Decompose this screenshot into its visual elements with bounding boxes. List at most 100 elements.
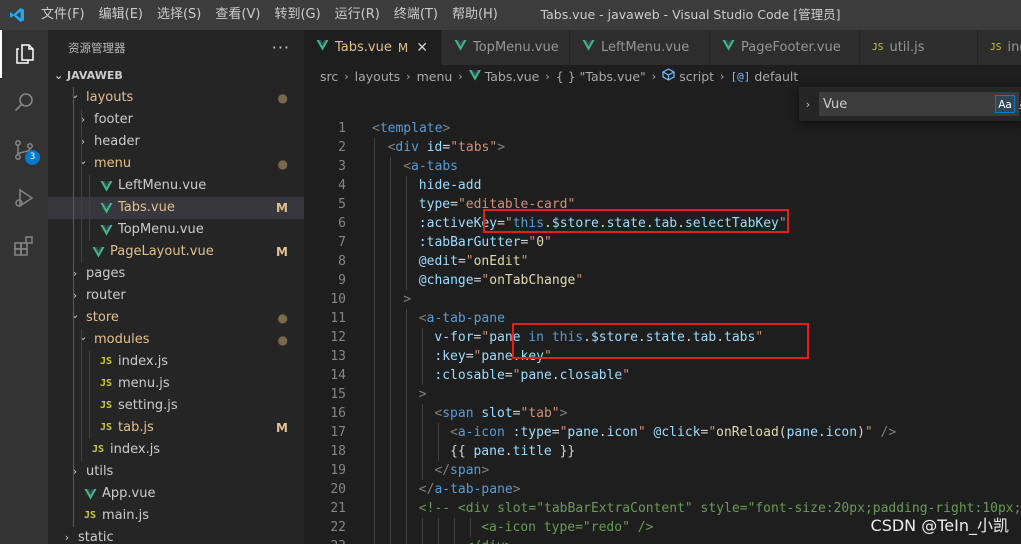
menu-edit[interactable]: 编辑(E) bbox=[92, 0, 150, 30]
whole-word-toggle[interactable]: ab bbox=[1017, 95, 1021, 113]
indent-guide bbox=[390, 537, 391, 544]
breadcrumb-item[interactable]: src bbox=[320, 69, 338, 84]
breadcrumb-item[interactable]: layouts bbox=[355, 69, 401, 84]
tree-item[interactable]: ⌄ modules ● bbox=[48, 329, 304, 351]
explorer-icon[interactable] bbox=[0, 30, 48, 78]
editor-tab[interactable]: LeftMenu.vue bbox=[570, 30, 710, 65]
indent-guide bbox=[406, 480, 407, 499]
indent-guide bbox=[390, 404, 391, 423]
menu-view[interactable]: 查看(V) bbox=[208, 0, 267, 30]
indent-guide bbox=[438, 442, 439, 461]
explorer-sidebar: 资源管理器 ··· ⌄ JAVAWEB ⌄ layouts ● › footer › hea… bbox=[48, 30, 304, 544]
indent-guide bbox=[81, 241, 82, 263]
tree-item[interactable]: TopMenu.vue bbox=[48, 219, 304, 241]
tree-item[interactable]: ⌄ menu ● bbox=[48, 153, 304, 175]
extensions-icon[interactable] bbox=[0, 222, 48, 270]
editor-tab[interactable]: TopMenu.vue bbox=[442, 30, 570, 65]
indent-guide bbox=[390, 518, 391, 537]
editor-tab[interactable]: JS ind bbox=[978, 30, 1021, 65]
indent-guide bbox=[406, 385, 407, 404]
chevron-right-icon: › bbox=[72, 267, 78, 280]
tree-item[interactable]: JS index.js bbox=[48, 351, 304, 373]
editor-tabs: Tabs.vue M ✕ TopMenu.vue LeftMenu.vue PageFoo… bbox=[304, 30, 1021, 65]
menu-terminal[interactable]: 终端(T) bbox=[387, 0, 445, 30]
code-line: 16 <span slot="tab"> bbox=[304, 404, 1021, 423]
code-text: <div id="tabs"> bbox=[387, 140, 506, 155]
indent-guide bbox=[390, 290, 391, 309]
menu-help[interactable]: 帮助(H) bbox=[445, 0, 505, 30]
tree-item[interactable]: ⌄ layouts ● bbox=[48, 87, 304, 109]
menu-file[interactable]: 文件(F) bbox=[34, 0, 92, 30]
explorer-title: 资源管理器 bbox=[68, 40, 126, 55]
menu-selection[interactable]: 选择(S) bbox=[150, 0, 208, 30]
editor-tab[interactable]: Tabs.vue M ✕ bbox=[304, 30, 442, 65]
tree-item[interactable]: › pages bbox=[48, 263, 304, 285]
code-line: 8 @edit="onEdit" bbox=[304, 252, 1021, 271]
indent-guide bbox=[390, 480, 391, 499]
code-text: <a-tab-pane bbox=[418, 311, 505, 326]
vue-file-icon bbox=[98, 200, 114, 216]
indent-guide bbox=[73, 219, 74, 241]
search-icon[interactable] bbox=[0, 78, 48, 126]
editor-tab[interactable]: PageFooter.vue bbox=[710, 30, 860, 65]
breadcrumb-item[interactable]: script bbox=[679, 69, 714, 84]
chevron-down-icon: ⌄ bbox=[70, 308, 80, 321]
git-modified-dot-icon: ● bbox=[277, 311, 288, 325]
tree-item[interactable]: App.vue bbox=[48, 483, 304, 505]
indent-guide bbox=[73, 153, 74, 175]
breadcrumb-item[interactable]: Tabs.vue bbox=[485, 69, 540, 84]
indent-guide bbox=[406, 214, 407, 233]
indent-guide bbox=[89, 197, 90, 219]
workspace-section[interactable]: ⌄ JAVAWEB bbox=[48, 65, 304, 87]
vue-file-icon bbox=[98, 178, 114, 194]
git-modified-dot-icon: ● bbox=[277, 333, 288, 347]
indent-guide bbox=[73, 351, 74, 373]
more-actions-icon[interactable]: ··· bbox=[272, 38, 290, 57]
tree-item[interactable]: JS main.js bbox=[48, 505, 304, 527]
tree-item[interactable]: PageLayout.vue M bbox=[48, 241, 304, 263]
code-text: {{ pane.title }} bbox=[450, 444, 576, 459]
toggle-replace-chevron-icon[interactable]: › bbox=[799, 98, 817, 111]
line-number: 4 bbox=[338, 178, 346, 193]
js-file-icon: JS bbox=[99, 422, 113, 433]
code-line: 15 > bbox=[304, 385, 1021, 404]
indent-guide bbox=[390, 423, 391, 442]
tree-item[interactable]: › footer bbox=[48, 109, 304, 131]
menu-run[interactable]: 运行(R) bbox=[328, 0, 387, 30]
match-case-toggle[interactable]: Aa bbox=[995, 95, 1015, 113]
tree-item[interactable]: JS setting.js bbox=[48, 395, 304, 417]
indent-guide bbox=[73, 373, 74, 395]
tree-item[interactable]: JS tab.js M bbox=[48, 417, 304, 439]
indent-guide bbox=[406, 233, 407, 252]
source-control-icon[interactable]: 3 bbox=[0, 126, 48, 174]
indent-guide bbox=[81, 109, 82, 131]
breadcrumb-item[interactable]: menu bbox=[417, 69, 453, 84]
indent-guide bbox=[390, 214, 391, 233]
code-line: 4 hide-add bbox=[304, 176, 1021, 195]
tree-item[interactable]: Tabs.vue M bbox=[48, 197, 304, 219]
tree-item[interactable]: › utils bbox=[48, 461, 304, 483]
highlight-box-tabs bbox=[512, 323, 809, 359]
menu-go[interactable]: 转到(G) bbox=[267, 0, 327, 30]
run-debug-icon[interactable] bbox=[0, 174, 48, 222]
breadcrumb-item[interactable]: default bbox=[754, 69, 798, 84]
git-modified-badge: M bbox=[276, 421, 288, 435]
close-icon[interactable]: ✕ bbox=[416, 40, 428, 56]
tree-item[interactable]: › static bbox=[48, 527, 304, 544]
breadcrumb-item[interactable]: { } "Tabs.vue" bbox=[556, 69, 646, 84]
variable-icon: [@] bbox=[730, 69, 751, 83]
code-text: </span> bbox=[434, 463, 490, 478]
indent-guide bbox=[374, 271, 375, 290]
editor-tab[interactable]: JS util.js bbox=[860, 30, 978, 65]
tree-item[interactable]: JS index.js bbox=[48, 439, 304, 461]
indent-guide bbox=[422, 461, 423, 480]
find-input[interactable]: Vue Aa ab bbox=[819, 92, 1021, 116]
tree-item[interactable]: LeftMenu.vue bbox=[48, 175, 304, 197]
line-number: 1 bbox=[338, 121, 346, 136]
indent-guide bbox=[73, 417, 74, 439]
indent-guide bbox=[374, 423, 375, 442]
editor-tab-label: PageFooter.vue bbox=[741, 40, 841, 55]
indent-guide bbox=[390, 385, 391, 404]
tree-item[interactable]: JS menu.js bbox=[48, 373, 304, 395]
tree-item[interactable]: › router bbox=[48, 285, 304, 307]
